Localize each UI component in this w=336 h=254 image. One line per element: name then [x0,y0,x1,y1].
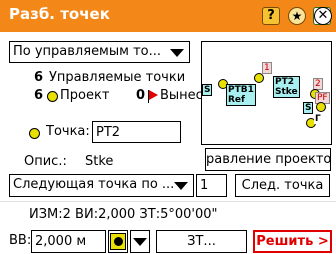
managed-label: Управляемые точки [49,70,186,85]
step-input-value: 1 [200,178,209,193]
star-icon[interactable]: ★ [288,7,306,25]
flag-icon [149,90,158,100]
description-value: Stke [85,154,114,169]
vv-input-value: 2,000 м [35,234,87,249]
next-point-button[interactable]: След. точка [235,174,330,197]
target-type-dropdown[interactable] [130,230,150,253]
map-point-s[interactable]: S [202,84,213,96]
point-label: Точка: [46,124,90,139]
managed-count: 6 [34,70,44,85]
target-type-button[interactable] [108,230,128,253]
design-direction-button[interactable]: равление проектоі [205,148,331,171]
status-line: ИЗМ:2 ВИ:2,000 ЗТ:5°00'00" [29,207,218,222]
map-point-ptb1[interactable]: PTB1 Ref [226,84,256,106]
app-title: Разб. точек [9,5,110,23]
close-icon[interactable]: ✕ [314,7,332,25]
filter-dropdown-value: По управляемым то... [13,44,161,59]
vv-label: ВВ: [9,233,32,248]
next-point-mode-dropdown[interactable]: Следующая точка по ... [9,174,194,197]
solve-button[interactable]: Решить > [253,230,332,253]
title-bar: Разб. точек ? ★ ✓ ✕ [0,0,336,32]
prism-target-icon [110,233,126,250]
divider [0,201,336,202]
design-point-icon [254,73,264,83]
zt-button[interactable]: ЗТ... [156,230,247,253]
staked-count: 0 [136,88,146,103]
step-input[interactable]: 1 [196,174,227,197]
chevron-down-icon [174,182,188,190]
design-label: Проект [60,88,110,103]
map-point-pt2[interactable]: PT2 Stke [273,76,300,98]
map-label: 1 [262,62,272,74]
help-icon[interactable]: ? [262,7,280,25]
design-point-icon [47,91,58,102]
point-input[interactable]: PT2 [92,121,181,143]
map-preview[interactable]: 1 PT2 Stke 2 PF S PTB1 Ref S Г [201,41,332,145]
design-point-icon [29,128,40,139]
filter-dropdown[interactable]: По управляемым то... [9,41,190,63]
vv-input[interactable]: 2,000 м [31,230,106,253]
chevron-down-icon [133,238,147,246]
chevron-down-icon [170,49,184,57]
map-point-s2[interactable]: S [303,102,314,114]
map-label: Г [314,114,322,124]
description-label: Опис.: [24,154,67,169]
next-point-mode-value: Следующая точка по ... [13,177,175,192]
design-point-icon [316,102,326,112]
point-input-value: PT2 [96,125,121,140]
design-count: 6 [34,88,44,103]
